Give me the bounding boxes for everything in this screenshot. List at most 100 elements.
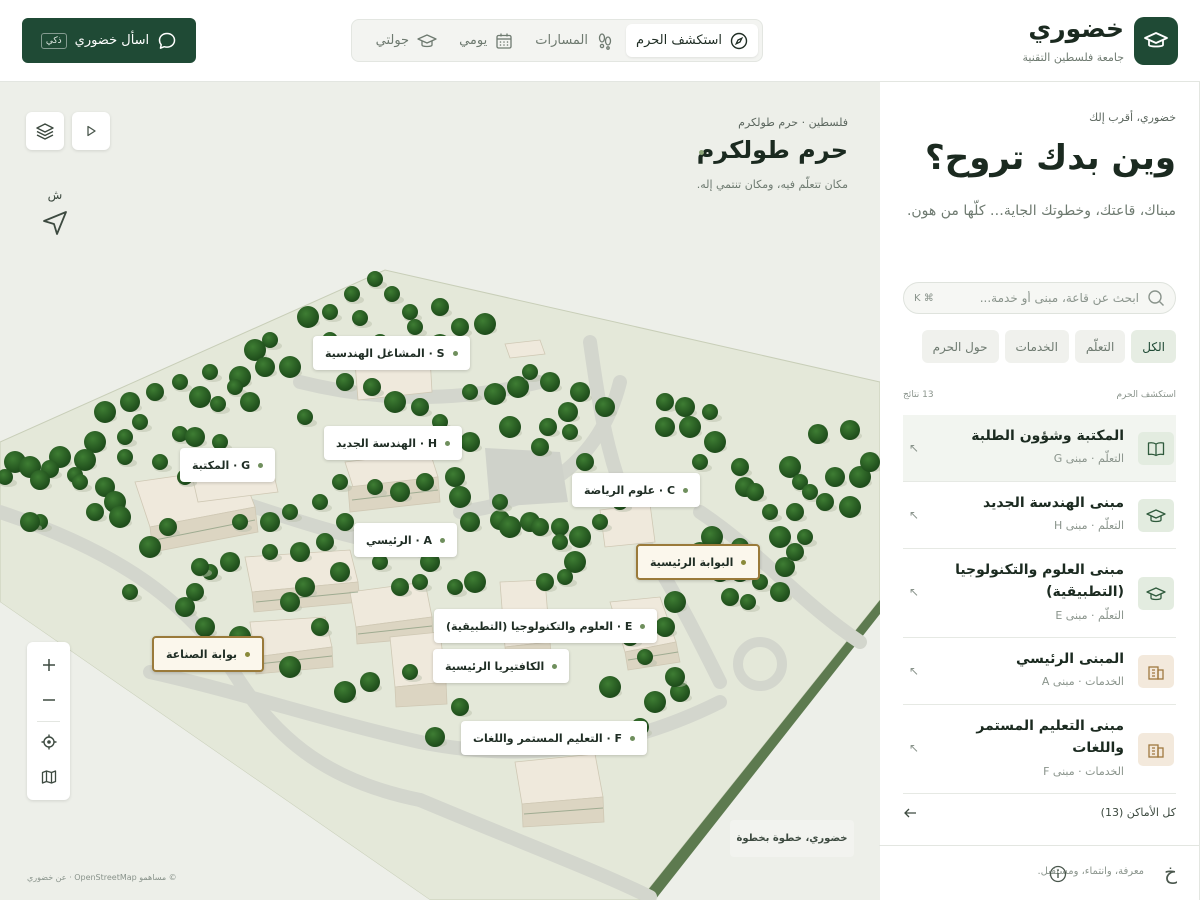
place-meta: الخدمات · مبنى A [1041, 675, 1124, 688]
map-attribution[interactable]: © مساهمو OpenStreetMap · عن خضوري [27, 873, 177, 882]
tree [746, 483, 764, 501]
map-view-button[interactable] [27, 760, 70, 794]
tree [297, 306, 319, 328]
tree [363, 378, 381, 396]
tree [460, 432, 480, 452]
tree [312, 494, 328, 510]
map-label-cafeteria[interactable]: الكافتيريا الرئيسية [433, 649, 570, 683]
label-dot [440, 537, 446, 543]
tree [569, 526, 591, 548]
map-label-main-gate[interactable]: البوابة الرئيسية [636, 544, 761, 580]
compass-north-indicator[interactable]: ش [40, 188, 70, 238]
place-icon-box [1138, 733, 1174, 766]
arrow-left-icon [904, 808, 916, 817]
tree [255, 357, 275, 377]
list-item[interactable]: مبنى التعليم المستمر واللغات الخدمات · م… [903, 705, 1176, 794]
ask-label: اسأل خضوري [74, 33, 150, 48]
tree [416, 473, 434, 491]
tree [499, 416, 521, 438]
map-label-sports-science[interactable]: C · علوم الرياضة [572, 473, 701, 507]
play-tour-button[interactable] [72, 112, 110, 150]
tab-my-tour[interactable]: جولتي [366, 24, 447, 57]
tree [384, 286, 400, 302]
list-item[interactable]: المبنى الرئيسي الخدمات · مبنى A ↖ [903, 638, 1176, 705]
label-text: الكافتيريا الرئيسية [445, 659, 545, 673]
tree [576, 453, 594, 471]
tab-label: جولتي [375, 33, 410, 48]
label-dot [552, 663, 558, 669]
filter-all[interactable]: الكل [1131, 330, 1176, 363]
list-item[interactable]: مبنى الهندسة الجديد التعلّم · مبنى H ↖ [903, 482, 1176, 549]
tree [240, 392, 260, 412]
tree [86, 503, 104, 521]
tree [558, 402, 578, 422]
list-item[interactable]: مبنى العلوم والتكنولوجيا (التطبيقية) الت… [903, 549, 1176, 638]
tree [152, 454, 168, 470]
tree [825, 467, 845, 487]
arrow-up-left-icon: ↖ [909, 664, 920, 678]
tree [202, 364, 218, 380]
info-icon[interactable] [1049, 865, 1067, 883]
map-label-continuing-education[interactable]: F · التعليم المستمر واللغات [461, 721, 648, 755]
filter-around-campus[interactable]: حول الحرم [921, 330, 999, 363]
filter-learning[interactable]: التعلّم [1074, 330, 1126, 363]
tree [282, 504, 298, 520]
building-icon [1148, 743, 1164, 758]
north-label: ش [47, 188, 63, 202]
locate-me-button[interactable] [27, 725, 70, 759]
arrow-up-left-icon: ↖ [909, 508, 920, 522]
arrow-up-left-icon: ↖ [909, 441, 920, 455]
tree [595, 397, 615, 417]
tree [280, 592, 300, 612]
map-label-library[interactable]: G · المكتبة [180, 448, 276, 482]
campus-map[interactable]: فلسطين · حرم طولكرم حرم طولكرم مكان تتعل… [0, 82, 880, 900]
tree [279, 656, 301, 678]
tree [175, 597, 195, 617]
tab-my-day[interactable]: يومي [449, 24, 523, 57]
tree [227, 379, 243, 395]
search-icon [1148, 290, 1164, 306]
tree [522, 364, 538, 380]
map-label-applied-sciences[interactable]: E · العلوم والتكنولوجيا (التطبيقية) [434, 609, 658, 643]
map-tagline-chip: خضوري، خطوة بخطوة [730, 820, 854, 857]
list-item[interactable]: المكتبة وشؤون الطلبة التعلّم · مبنى G ↖ [903, 415, 1176, 482]
label-dot [741, 559, 747, 565]
layers-button[interactable] [26, 112, 64, 150]
tree [411, 398, 429, 416]
tree [195, 617, 215, 637]
tree [334, 681, 356, 703]
tree [232, 514, 248, 530]
tree [279, 356, 301, 378]
ask-khadoori-button[interactable]: اسأل خضوري ذكي [22, 18, 196, 63]
all-places-link[interactable]: كل الأماكن (13) [903, 806, 1176, 819]
top-header: خضوري جامعة فلسطين التقنية استكشف الحرم … [0, 0, 1200, 82]
tree [120, 392, 140, 412]
tab-routes[interactable]: المسارات [525, 24, 624, 57]
map-label-workshops[interactable]: S · المشاغل الهندسية [313, 336, 470, 370]
label-text: بوابة الصناعة [166, 647, 237, 661]
search-box: ⌘ K [903, 282, 1176, 314]
tab-explore-campus[interactable]: استكشف الحرم [626, 24, 758, 57]
zoom-in-button[interactable] [27, 648, 70, 682]
place-meta: الخدمات · مبنى F [1043, 765, 1124, 778]
map-label-industry-gate[interactable]: بوابة الصناعة [152, 636, 264, 672]
place-title: مبنى التعليم المستمر واللغات [976, 718, 1124, 756]
place-meta: التعلّم · مبنى G [1053, 452, 1124, 465]
zoom-out-button[interactable] [27, 683, 70, 717]
search-input[interactable] [939, 291, 1139, 305]
tree [839, 496, 861, 518]
tree [262, 544, 278, 560]
map-label-new-engineering[interactable]: H · الهندسة الجديد [324, 426, 463, 460]
campus-3d-render[interactable] [0, 82, 880, 900]
navigation-arrow-icon [43, 211, 67, 235]
tree [431, 298, 449, 316]
label-text: G · المكتبة [192, 458, 251, 472]
filter-services[interactable]: الخدمات [1004, 330, 1069, 363]
brand-logo[interactable] [1134, 17, 1178, 65]
place-icon-box [1138, 577, 1174, 610]
tree [72, 474, 88, 490]
tree [344, 286, 360, 302]
map-label-main-building[interactable]: A · الرئيسي [354, 523, 458, 557]
graduation-cap-icon [1146, 508, 1166, 522]
sidebar-description: مبناك، قاعتك، وخطوتك الجاية… كلّها من هو… [906, 203, 1176, 219]
